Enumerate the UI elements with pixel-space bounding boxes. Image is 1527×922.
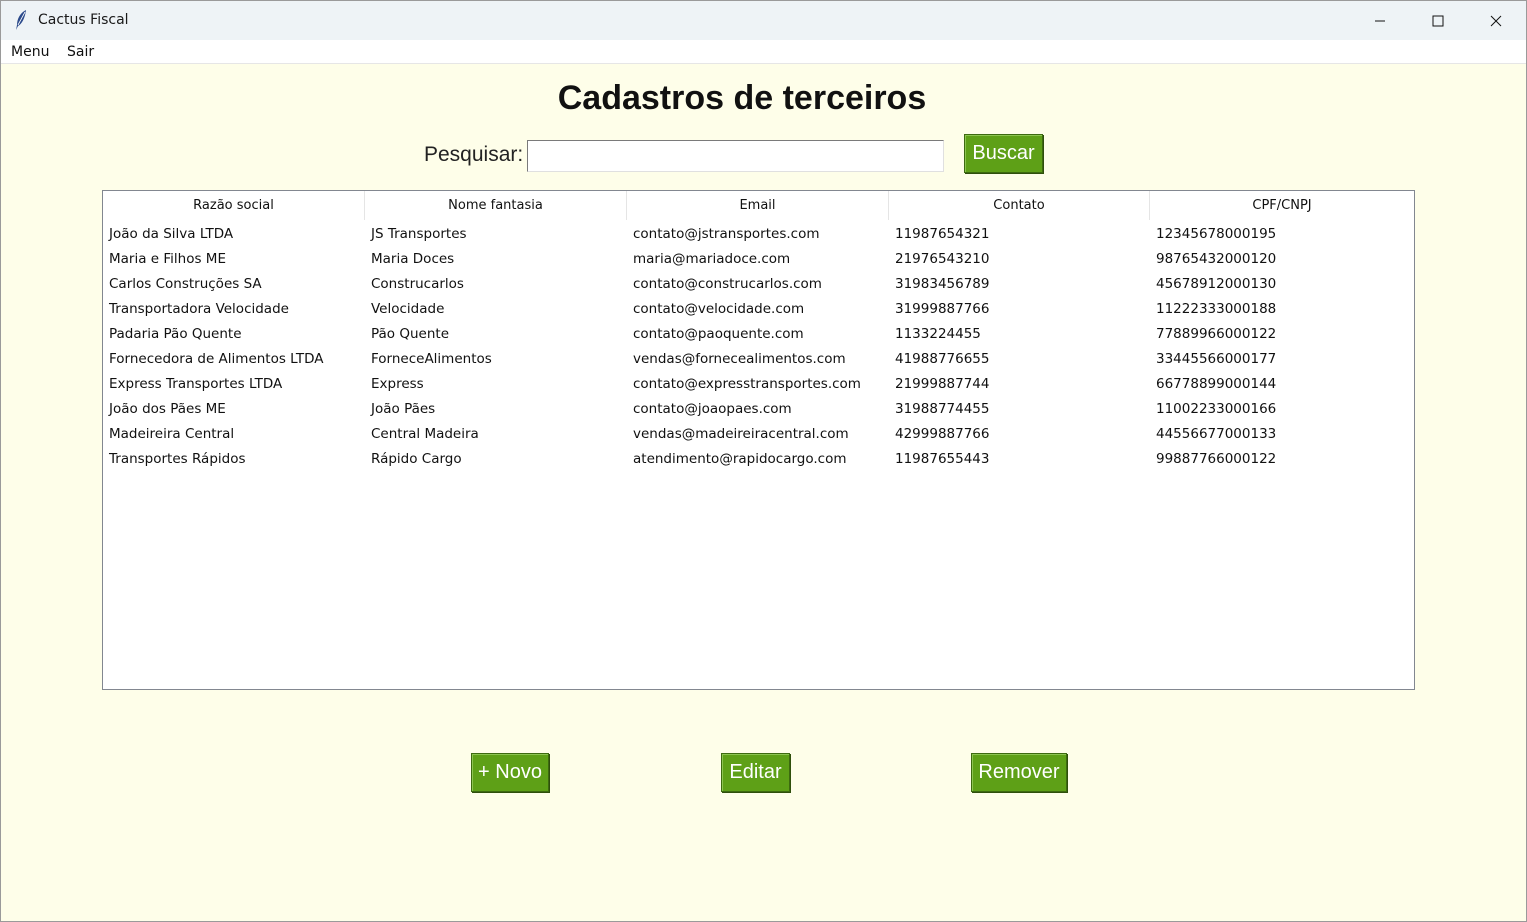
cell-contato: 31988774455	[895, 400, 990, 417]
feather-icon	[15, 10, 27, 30]
table-row[interactable]: Transportadora Velocidade Velocidade con…	[103, 296, 1414, 321]
table-row[interactable]: Transportes Rápidos Rápido Cargo atendim…	[103, 446, 1414, 471]
cell-razao-social: João dos Pães ME	[109, 400, 226, 417]
cell-cpf-cnpj: 99887766000122	[1156, 450, 1277, 467]
column-header-contato[interactable]: Contato	[889, 191, 1150, 220]
cell-email: contato@jstransportes.com	[633, 225, 820, 242]
table-row[interactable]: Madeireira Central Central Madeira venda…	[103, 421, 1414, 446]
close-icon	[1490, 15, 1502, 26]
column-header-cpf-cnpj[interactable]: CPF/CNPJ	[1150, 191, 1414, 220]
cell-contato: 21976543210	[895, 250, 990, 267]
cell-razao-social: João da Silva LTDA	[109, 225, 234, 242]
cell-contato: 11987654321	[895, 225, 990, 242]
new-button[interactable]: + Novo	[471, 753, 549, 792]
cell-nome-fantasia: João Pães	[371, 400, 436, 417]
cell-cpf-cnpj: 44556677000133	[1156, 425, 1277, 442]
cell-nome-fantasia: Express	[371, 375, 424, 392]
cell-razao-social: Fornecedora de Alimentos LTDA	[109, 350, 324, 367]
app-window: Cactus Fiscal Menu Sair Cadastros de ter…	[0, 0, 1527, 922]
menu-item-sair[interactable]: Sair	[67, 44, 94, 60]
cell-email: contato@velocidade.com	[633, 300, 805, 317]
cell-cpf-cnpj: 77889966000122	[1156, 325, 1277, 342]
cell-contato: 21999887744	[895, 375, 990, 392]
cell-cpf-cnpj: 11222333000188	[1156, 300, 1277, 317]
column-header-nome-fantasia[interactable]: Nome fantasia	[365, 191, 627, 220]
cell-email: vendas@fornecealimentos.com	[633, 350, 846, 367]
cell-email: vendas@madeireiracentral.com	[633, 425, 849, 442]
thirdparty-table[interactable]: Razão social Nome fantasia Email Contato…	[102, 190, 1415, 690]
cell-razao-social: Maria e Filhos ME	[109, 250, 226, 267]
cell-email: maria@mariadoce.com	[633, 250, 791, 267]
close-button[interactable]	[1467, 1, 1525, 40]
cell-razao-social: Transportadora Velocidade	[109, 300, 289, 317]
cell-nome-fantasia: Construcarlos	[371, 275, 464, 292]
cell-cpf-cnpj: 12345678000195	[1156, 225, 1277, 242]
minimize-button[interactable]	[1351, 1, 1409, 40]
cell-nome-fantasia: ForneceAlimentos	[371, 350, 492, 367]
cell-razao-social: Express Transportes LTDA	[109, 375, 283, 392]
table-header: Razão social Nome fantasia Email Contato…	[103, 191, 1414, 220]
cell-email: atendimento@rapidocargo.com	[633, 450, 847, 467]
cell-email: contato@paoquente.com	[633, 325, 804, 342]
cell-razao-social: Madeireira Central	[109, 425, 235, 442]
cell-email: contato@expresstransportes.com	[633, 375, 861, 392]
table-row[interactable]: Fornecedora de Alimentos LTDA ForneceAli…	[103, 346, 1414, 371]
table-row[interactable]: Carlos Construções SA Construcarlos cont…	[103, 271, 1414, 296]
cell-contato: 31999887766	[895, 300, 990, 317]
minimize-icon	[1375, 20, 1385, 21]
cell-nome-fantasia: Rápido Cargo	[371, 450, 462, 467]
cell-nome-fantasia: Velocidade	[371, 300, 445, 317]
cell-cpf-cnpj: 33445566000177	[1156, 350, 1277, 367]
maximize-button[interactable]	[1409, 1, 1467, 40]
page-title: Cadastros de terceiros	[557, 79, 927, 117]
cell-contato: 11987655443	[895, 450, 990, 467]
title-bar: Cactus Fiscal	[1, 1, 1526, 40]
cell-nome-fantasia: Pão Quente	[371, 325, 450, 342]
cell-contato: 31983456789	[895, 275, 990, 292]
search-button[interactable]: Buscar	[964, 134, 1043, 173]
menu-bar: Menu Sair	[1, 40, 1526, 64]
cell-cpf-cnpj: 45678912000130	[1156, 275, 1277, 292]
window-title: Cactus Fiscal	[38, 12, 129, 28]
search-label: Pesquisar:	[424, 143, 524, 166]
cell-nome-fantasia: Maria Doces	[371, 250, 455, 267]
cell-contato: 42999887766	[895, 425, 990, 442]
search-input[interactable]	[527, 140, 944, 172]
cell-contato: 1133224455	[895, 325, 981, 342]
menu-item-menu[interactable]: Menu	[11, 44, 49, 60]
cell-nome-fantasia: JS Transportes	[371, 225, 467, 242]
cell-cpf-cnpj: 66778899000144	[1156, 375, 1277, 392]
cell-razao-social: Carlos Construções SA	[109, 275, 262, 292]
cell-nome-fantasia: Central Madeira	[371, 425, 479, 442]
cell-razao-social: Padaria Pão Quente	[109, 325, 242, 342]
cell-cpf-cnpj: 98765432000120	[1156, 250, 1277, 267]
edit-button[interactable]: Editar	[721, 753, 790, 792]
column-header-razao-social[interactable]: Razão social	[103, 191, 365, 220]
table-row[interactable]: Padaria Pão Quente Pão Quente contato@pa…	[103, 321, 1414, 346]
table-row[interactable]: João da Silva LTDA JS Transportes contat…	[103, 221, 1414, 246]
cell-email: contato@construcarlos.com	[633, 275, 822, 292]
table-row[interactable]: Express Transportes LTDA Express contato…	[103, 371, 1414, 396]
column-header-email[interactable]: Email	[627, 191, 889, 220]
table-row[interactable]: João dos Pães ME João Pães contato@joaop…	[103, 396, 1414, 421]
remove-button[interactable]: Remover	[971, 753, 1067, 792]
table-body: João da Silva LTDA JS Transportes contat…	[103, 221, 1414, 471]
table-row[interactable]: Maria e Filhos ME Maria Doces maria@mari…	[103, 246, 1414, 271]
cell-email: contato@joaopaes.com	[633, 400, 792, 417]
maximize-icon	[1432, 15, 1444, 26]
cell-contato: 41988776655	[895, 350, 990, 367]
cell-razao-social: Transportes Rápidos	[109, 450, 246, 467]
cell-cpf-cnpj: 11002233000166	[1156, 400, 1277, 417]
